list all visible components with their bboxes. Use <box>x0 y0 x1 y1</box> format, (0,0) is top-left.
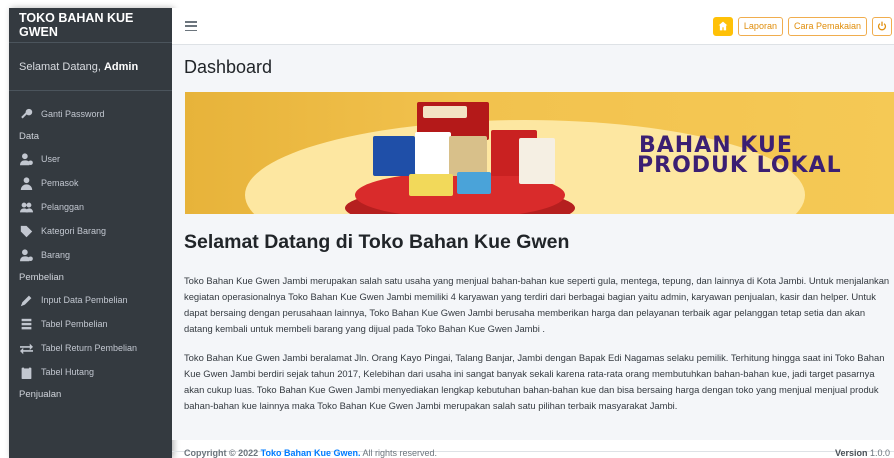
welcome-heading: Selamat Datang di Toko Bahan Kue Gwen <box>184 231 570 253</box>
sidebar-item-user[interactable]: User <box>9 147 172 171</box>
hamburger-menu-icon[interactable] <box>185 21 197 31</box>
navbar-actions: Laporan Cara Pemakaian <box>712 16 892 36</box>
sidebar-item-pelanggan[interactable]: Pelanggan <box>9 195 172 219</box>
sidebar-item-label: Tabel Hutang <box>41 367 95 377</box>
sidebar-item-label: Tabel Return Pembelian <box>41 343 138 353</box>
sidebar-header-pembelian: Pembelian <box>19 272 64 283</box>
sidebar: TOKO BAHAN KUE GWEN Selamat Datang, Admi… <box>9 8 172 458</box>
welcome-username: Admin <box>103 60 139 73</box>
key-icon <box>19 107 33 121</box>
user-cog-icon <box>19 248 33 262</box>
sidebar-item-label: Ganti Password <box>41 109 105 119</box>
sidebar-menu: Ganti Password Data User Pemasok Pelangg… <box>9 91 172 405</box>
version-text: Version 1.0.0 <box>834 448 890 458</box>
sidebar-item-tabel-return-pembelian[interactable]: Tabel Return Pembelian <box>9 336 172 360</box>
sidebar-item-pemasok[interactable]: Pemasok <box>9 171 172 195</box>
list-icon <box>19 317 33 331</box>
sidebar-item-input-data-pembelian[interactable]: Input Data Pembelian <box>9 288 172 312</box>
home-button[interactable] <box>712 16 733 36</box>
cara-pemakaian-button[interactable]: Cara Pemakaian <box>787 16 867 36</box>
users-icon <box>19 200 33 214</box>
exchange-icon <box>19 341 33 355</box>
page-background <box>0 0 9 458</box>
logout-button[interactable] <box>872 16 892 36</box>
sidebar-item-label: Kategori Barang <box>41 226 107 236</box>
sidebar-header-data: Data <box>19 131 40 142</box>
brand-title[interactable]: TOKO BAHAN KUE GWEN <box>9 8 172 43</box>
about-paragraph-2: Toko Bahan Kue Gwen Jambi beralamat Jln.… <box>184 352 885 411</box>
page-title: Dashboard <box>184 57 273 77</box>
main-content: Dashboard BAHAN KUE PRODUK LOKAL Selamat… <box>172 45 894 440</box>
promo-banner: BAHAN KUE PRODUK LOKAL <box>185 92 894 214</box>
top-navbar: Laporan Cara Pemakaian <box>172 8 894 45</box>
sidebar-item-label: Pemasok <box>41 178 79 188</box>
user-cog-icon <box>19 152 33 166</box>
sidebar-item-ganti-password[interactable]: Ganti Password <box>9 102 172 126</box>
sidebar-item-tabel-pembelian[interactable]: Tabel Pembelian <box>9 312 172 336</box>
footer: Copyright © 2022 Toko Bahan Kue Gwen. Al… <box>184 439 890 458</box>
sidebar-item-label: Input Data Pembelian <box>41 295 128 305</box>
banner-line2: PRODUK LOKAL <box>637 153 842 178</box>
sidebar-item-barang[interactable]: Barang <box>9 243 172 267</box>
sidebar-item-label: User <box>41 154 61 164</box>
sidebar-item-label: Tabel Pembelian <box>41 319 108 329</box>
user-tie-icon <box>19 176 33 190</box>
copyright-text: Copyright © 2022 Toko Bahan Kue Gwen. Al… <box>184 448 438 458</box>
welcome-user: Selamat Datang, Admin <box>9 43 172 91</box>
power-icon <box>877 21 887 31</box>
home-icon <box>718 21 728 31</box>
sidebar-item-kategori-barang[interactable]: Kategori Barang <box>9 219 172 243</box>
about-paragraph-1: Toko Bahan Kue Gwen Jambi merupakan sala… <box>184 275 890 334</box>
pen-icon <box>19 293 33 307</box>
welcome-prefix: Selamat Datang, <box>19 60 101 73</box>
sidebar-item-label: Pelanggan <box>41 202 85 212</box>
sidebar-item-label: Barang <box>41 250 71 260</box>
banner-text: BAHAN KUE PRODUK LOKAL <box>637 135 857 178</box>
clipboard-icon <box>19 365 33 379</box>
copyright-link[interactable]: Toko Bahan Kue Gwen. <box>261 448 361 458</box>
laporan-button[interactable]: Laporan <box>737 16 783 36</box>
tag-icon <box>19 224 33 238</box>
sidebar-header-penjualan: Penjualan <box>19 389 62 400</box>
sidebar-item-tabel-hutang[interactable]: Tabel Hutang <box>9 360 172 384</box>
